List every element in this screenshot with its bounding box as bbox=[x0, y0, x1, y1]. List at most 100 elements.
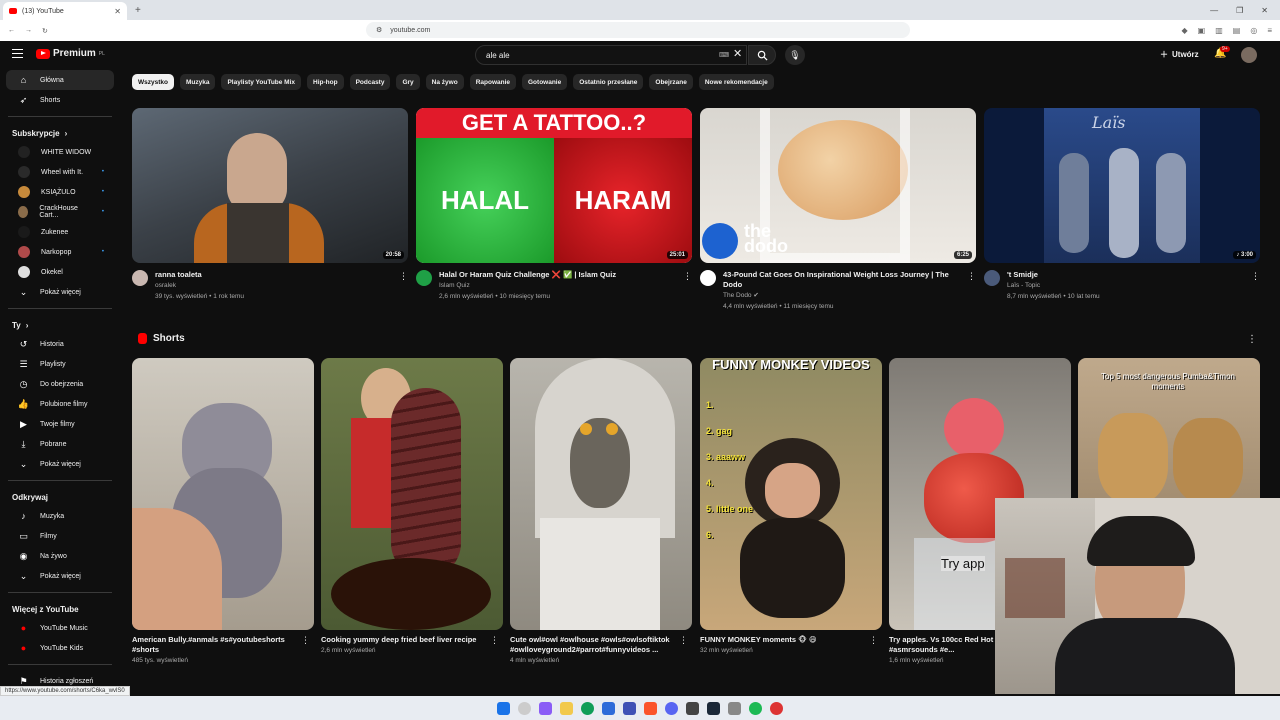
channel-avatar[interactable] bbox=[416, 270, 432, 286]
show-more-you[interactable]: ⌄ Pokaż więcej bbox=[6, 454, 114, 474]
sidebar-item-history[interactable]: ↺ Historia bbox=[6, 334, 114, 354]
short-title[interactable]: FUNNY MONKEY moments 🐵 😄 bbox=[700, 635, 865, 645]
chip[interactable]: Na żywo bbox=[425, 74, 464, 90]
spotify-icon[interactable] bbox=[749, 701, 762, 715]
subscription-item[interactable]: Narkopop • bbox=[6, 242, 114, 262]
short-card[interactable]: Cooking yummy deep fried beef liver reci… bbox=[321, 358, 503, 654]
youtube-logo[interactable]: Premium PL bbox=[36, 48, 105, 59]
store-icon[interactable] bbox=[602, 701, 615, 715]
video-card[interactable]: Laïs ♪ 3:00 't Smidje Laïs - Topic 8,7 m… bbox=[984, 108, 1260, 302]
sidebar-item-playlists[interactable]: ☰ Playlisty bbox=[6, 354, 114, 374]
chip[interactable]: Gry bbox=[396, 74, 420, 90]
close-window-icon[interactable]: ✕ bbox=[1261, 6, 1268, 15]
channel-name[interactable]: The Dodo bbox=[723, 292, 752, 299]
sidebar-item-music[interactable]: ♪ Muzyka bbox=[6, 506, 114, 526]
sidebar-item-youtube-kids[interactable]: ● YouTube Kids bbox=[6, 638, 114, 658]
sidebar-item-downloads[interactable]: ⤓ Pobrane bbox=[6, 434, 114, 454]
address-bar[interactable]: ⚙ youtube.com bbox=[366, 22, 910, 38]
channel-name[interactable]: Laïs - Topic bbox=[1007, 280, 1237, 291]
video-title[interactable]: 't Smidje bbox=[1007, 270, 1237, 280]
chip[interactable]: Playlisty YouTube Mix bbox=[221, 74, 302, 90]
search-input[interactable]: ale ale bbox=[475, 45, 747, 65]
video-thumbnail[interactable]: Laïs ♪ 3:00 bbox=[984, 108, 1260, 263]
video-title[interactable]: Halal Or Haram Quiz Challenge ❌ ✅ | Isla… bbox=[439, 270, 669, 280]
subscription-item[interactable]: Okekel bbox=[6, 262, 114, 282]
chip[interactable]: Nowe rekomendacje bbox=[698, 74, 774, 90]
extension-icon[interactable]: ◆ bbox=[1182, 26, 1188, 35]
video-card[interactable]: 20:58 ranna toaleta osralek 39 tys. wyśw… bbox=[132, 108, 408, 302]
more-options-icon[interactable]: ⋮ bbox=[683, 271, 692, 282]
chip[interactable]: Muzyka bbox=[179, 74, 216, 90]
short-card[interactable]: American Bully.#anmals #s#youtubeshorts … bbox=[132, 358, 314, 664]
forward-icon[interactable]: → bbox=[25, 27, 32, 34]
video-card[interactable]: the dodo 6:25 43-Pound Cat Goes On Inspi… bbox=[700, 108, 976, 312]
short-thumbnail[interactable] bbox=[510, 358, 692, 630]
create-button[interactable]: ＋ Utwórz bbox=[1160, 49, 1199, 60]
subscriptions-header[interactable]: Subskrypcje › bbox=[0, 123, 120, 142]
sidebar-item-youtube-music[interactable]: ● YouTube Music bbox=[6, 618, 114, 638]
chip[interactable]: Gotowanie bbox=[522, 74, 568, 90]
menu-icon[interactable]: ≡ bbox=[1267, 26, 1272, 35]
windows-start-icon[interactable] bbox=[497, 701, 510, 715]
new-tab-button[interactable]: + bbox=[135, 5, 141, 16]
subscription-item[interactable]: CrackHouse Cart... • bbox=[6, 202, 114, 222]
wallet-icon[interactable]: ▤ bbox=[1233, 26, 1241, 35]
you-header[interactable]: Ty › bbox=[0, 315, 120, 334]
account-avatar[interactable] bbox=[1241, 47, 1257, 63]
channel-name[interactable]: osralek bbox=[155, 280, 385, 291]
steam-icon[interactable] bbox=[707, 701, 720, 715]
short-title[interactable]: American Bully.#anmals #s#youtubeshorts … bbox=[132, 635, 297, 655]
edge-icon[interactable] bbox=[581, 701, 594, 715]
subscription-item[interactable]: KSIĄŻULO • bbox=[6, 182, 114, 202]
video-thumbnail[interactable]: GET A TATTOO..? HALAL HARAM 25:01 bbox=[416, 108, 692, 263]
sidebar-item-movies[interactable]: ▭ Filmy bbox=[6, 526, 114, 546]
sidebar-item-liked[interactable]: 👍 Polubione filmy bbox=[6, 394, 114, 414]
short-thumbnail[interactable] bbox=[132, 358, 314, 630]
more-options-icon[interactable]: ⋮ bbox=[967, 271, 976, 282]
video-thumbnail[interactable]: 20:58 bbox=[132, 108, 408, 263]
file-explorer-icon[interactable] bbox=[560, 701, 573, 715]
hamburger-menu-icon[interactable] bbox=[12, 49, 23, 58]
search-button[interactable] bbox=[748, 45, 776, 65]
sidebar-item-shorts[interactable]: ➶ Shorts bbox=[6, 90, 114, 110]
extension-icon[interactable]: ▣ bbox=[1198, 26, 1206, 35]
short-thumbnail[interactable]: FUNNY MONKEY VIDEOS 1. 2. gag 3. aaaww 4… bbox=[700, 358, 882, 630]
chip[interactable]: Podcasty bbox=[349, 74, 391, 90]
chip[interactable]: Rapowanie bbox=[469, 74, 516, 90]
app-icon[interactable] bbox=[623, 701, 636, 715]
chip[interactable]: Ostatnio przesłane bbox=[573, 74, 644, 90]
keyboard-icon[interactable]: ⌨ bbox=[719, 51, 729, 59]
short-thumbnail[interactable] bbox=[321, 358, 503, 630]
settings-icon[interactable] bbox=[728, 701, 741, 715]
video-title[interactable]: 43-Pound Cat Goes On Inspirational Weigh… bbox=[723, 270, 953, 290]
site-info-icon[interactable]: ⚙ bbox=[376, 26, 382, 34]
subscription-item[interactable]: Zukenee bbox=[6, 222, 114, 242]
close-tab-icon[interactable]: ✕ bbox=[114, 7, 121, 16]
more-options-icon[interactable]: ⋮ bbox=[679, 635, 688, 646]
channel-avatar[interactable] bbox=[700, 270, 716, 286]
voice-search-button[interactable]: 🎙 bbox=[785, 45, 805, 65]
sidebar-item-watch-later[interactable]: ◷ Do obejrzenia bbox=[6, 374, 114, 394]
app-icon[interactable] bbox=[686, 701, 699, 715]
back-icon[interactable]: ← bbox=[8, 27, 15, 34]
clear-search-icon[interactable]: ✕ bbox=[733, 47, 742, 60]
more-options-icon[interactable]: ⋮ bbox=[1251, 271, 1260, 282]
more-options-icon[interactable]: ⋮ bbox=[301, 635, 310, 646]
discord-icon[interactable] bbox=[665, 701, 678, 715]
search-icon[interactable] bbox=[518, 701, 531, 715]
chip[interactable]: Obejrzane bbox=[649, 74, 693, 90]
app-icon[interactable] bbox=[770, 701, 783, 715]
short-title[interactable]: Cooking yummy deep fried beef liver reci… bbox=[321, 635, 486, 645]
subscription-item[interactable]: WHITE WIDOW bbox=[6, 142, 114, 162]
reload-icon[interactable]: ↻ bbox=[42, 27, 48, 35]
sidebar-item-home[interactable]: ⌂ Główna bbox=[6, 70, 114, 90]
short-title[interactable]: Cute owl#owl #owlhouse #owls#owlsoftikto… bbox=[510, 635, 675, 655]
chip[interactable]: Wszystko bbox=[132, 74, 174, 90]
more-options-icon[interactable]: ⋮ bbox=[490, 635, 499, 646]
copilot-icon[interactable] bbox=[539, 701, 552, 715]
sidebar-icon[interactable]: ▥ bbox=[1215, 26, 1223, 35]
show-more-subscriptions[interactable]: ⌄ Pokaż więcej bbox=[6, 282, 114, 302]
channel-avatar[interactable] bbox=[984, 270, 1000, 286]
more-options-icon[interactable]: ⋮ bbox=[399, 271, 408, 282]
minimize-icon[interactable]: — bbox=[1210, 6, 1218, 15]
